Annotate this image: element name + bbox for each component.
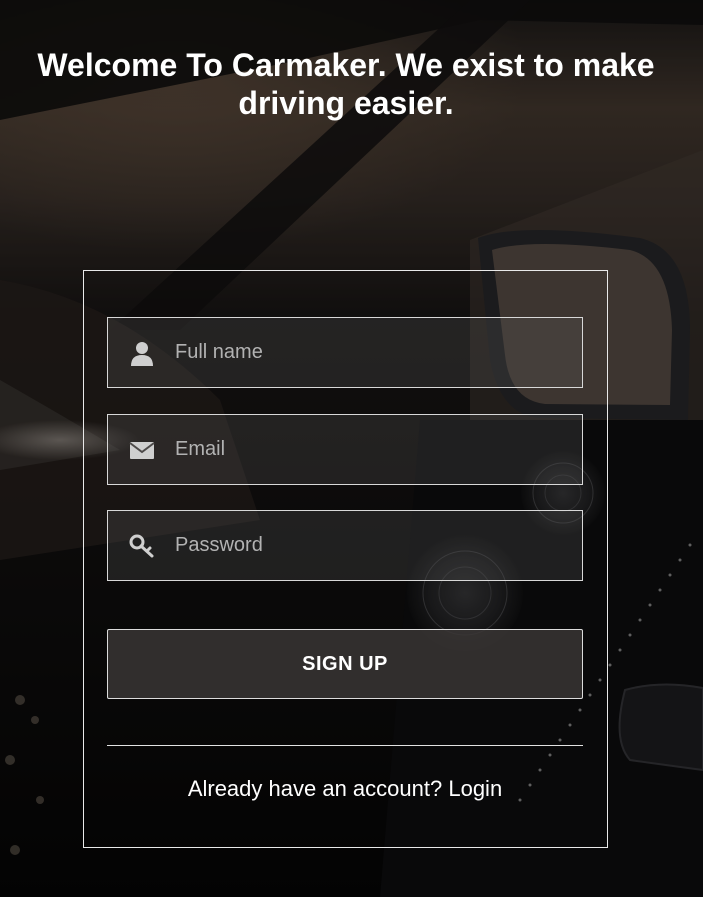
full-name-input[interactable] xyxy=(175,318,565,387)
envelope-icon xyxy=(129,437,155,463)
password-input[interactable] xyxy=(175,511,565,580)
login-prompt: Already have an account? Login xyxy=(107,776,583,802)
login-link[interactable]: Login xyxy=(448,776,502,801)
email-field xyxy=(107,414,583,485)
full-name-field xyxy=(107,317,583,388)
key-icon xyxy=(129,533,155,559)
signup-form-panel: SIGN UP Already have an account? Login xyxy=(83,270,608,848)
password-field xyxy=(107,510,583,581)
email-input[interactable] xyxy=(175,415,565,484)
user-icon xyxy=(129,340,155,366)
sign-up-button[interactable]: SIGN UP xyxy=(107,629,583,699)
page-title: Welcome To Carmaker. We exist to make dr… xyxy=(37,47,655,121)
login-prompt-text: Already have an account? xyxy=(187,776,443,801)
divider xyxy=(107,745,583,746)
